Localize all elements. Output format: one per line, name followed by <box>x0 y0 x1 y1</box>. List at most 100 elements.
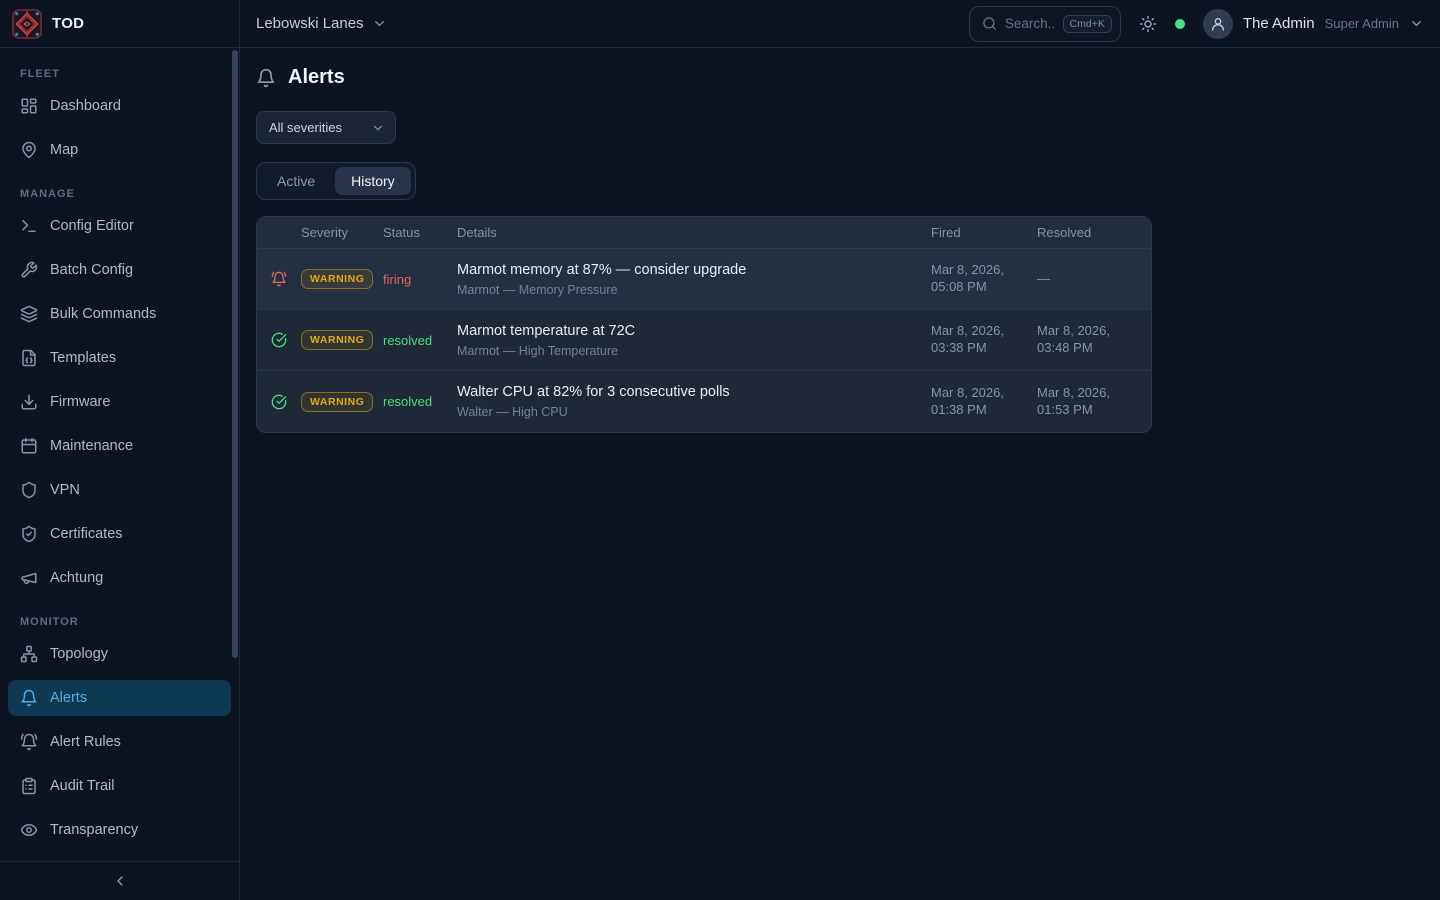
details-cell: Marmot memory at 87% — consider upgradeM… <box>457 251 931 308</box>
user-menu[interactable]: The Admin Super Admin <box>1203 9 1424 39</box>
severity-filter-select[interactable]: All severities <box>256 111 396 144</box>
sidebar-item-templates[interactable]: Templates <box>8 340 231 376</box>
connection-status-dot <box>1175 19 1185 29</box>
alert-title: Marmot temperature at 72C <box>457 323 915 339</box>
severity-cell: WARNING <box>301 330 383 350</box>
sidebar-item-label: Map <box>50 142 78 158</box>
eye-icon <box>20 821 38 839</box>
column-severity: Severity <box>301 225 383 240</box>
page-title-row: Alerts <box>256 66 1424 89</box>
sidebar-item-dashboard[interactable]: Dashboard <box>8 88 231 124</box>
sidebar-item-label: Topology <box>50 646 108 662</box>
sidebar-item-alerts[interactable]: Alerts <box>8 680 231 716</box>
sidebar-item-vpn[interactable]: VPN <box>8 472 231 508</box>
tab-history[interactable]: History <box>335 167 411 195</box>
sidebar-item-label: Config Editor <box>50 218 134 234</box>
alert-row[interactable]: WARNING firingMarmot memory at 87% — cons… <box>257 249 1151 310</box>
org-selector[interactable]: Lebowski Lanes <box>256 15 387 32</box>
sidebar-item-label: Alerts <box>50 690 87 706</box>
column-resolved: Resolved <box>1037 225 1151 240</box>
sidebar-item-map[interactable]: Map <box>8 132 231 168</box>
main-content: Alerts All severities Active History Sev… <box>240 48 1440 900</box>
top-header: Lebowski Lanes Cmd+K The Admin Super Adm… <box>240 0 1440 48</box>
topology-icon <box>20 645 38 663</box>
search-icon <box>982 16 997 31</box>
details-cell: Marmot temperature at 72C Marmot — High T… <box>457 312 931 369</box>
bell-ring-icon <box>20 733 38 751</box>
column-details: Details <box>457 225 931 240</box>
layers-icon <box>20 305 38 323</box>
sidebar-item-label: VPN <box>50 482 80 498</box>
sidebar-item-certificates[interactable]: Certificates <box>8 516 231 552</box>
user-role: Super Admin <box>1325 16 1399 31</box>
check-circle-icon <box>257 394 301 410</box>
bell-ring-icon <box>257 271 301 287</box>
sidebar-item-config-editor[interactable]: Config Editor <box>8 208 231 244</box>
sidebar-item-audit-trail[interactable]: Audit Trail <box>8 768 231 804</box>
user-name: The Admin <box>1243 15 1315 32</box>
terminal-icon <box>20 217 38 235</box>
alert-subtitle: Marmot — High Temperature <box>457 344 915 358</box>
check-circle-icon <box>257 332 301 348</box>
sidebar-item-label: Maintenance <box>50 438 133 454</box>
status-cell: firing <box>383 272 457 287</box>
download-icon <box>20 393 38 411</box>
avatar <box>1203 9 1233 39</box>
sidebar-item-label: Certificates <box>50 526 123 542</box>
sidebar-item-topology[interactable]: Topology <box>8 636 231 672</box>
fired-cell: Mar 8, 2026, 01:38 PM <box>931 385 1037 419</box>
global-search[interactable]: Cmd+K <box>969 6 1121 42</box>
sidebar-item-firmware[interactable]: Firmware <box>8 384 231 420</box>
severity-filter-value: All severities <box>269 120 342 135</box>
sidebar: TOD FLEETDashboardMapMANAGEConfig Editor… <box>0 0 240 900</box>
wrench-icon <box>20 261 38 279</box>
page-title: Alerts <box>288 66 345 89</box>
search-input[interactable] <box>1005 16 1055 31</box>
severity-badge: WARNING <box>301 330 373 350</box>
severity-badge: WARNING <box>301 269 373 289</box>
resolved-cell: Mar 8, 2026, 01:53 PM <box>1037 385 1151 419</box>
sidebar-item-bulk-commands[interactable]: Bulk Commands <box>8 296 231 332</box>
theme-toggle-button[interactable] <box>1139 15 1157 33</box>
status-cell: resolved <box>383 394 457 409</box>
dashboard-icon <box>20 97 38 115</box>
org-selector-label: Lebowski Lanes <box>256 15 364 32</box>
fired-cell: Mar 8, 2026, 03:38 PM <box>931 323 1037 357</box>
brand-name: TOD <box>52 15 84 32</box>
sidebar-item-maintenance[interactable]: Maintenance <box>8 428 231 464</box>
search-shortcut-badge: Cmd+K <box>1063 15 1112 33</box>
alert-subtitle: Walter — High CPU <box>457 405 915 419</box>
column-fired: Fired <box>931 225 1037 240</box>
chevron-down-icon <box>1409 16 1424 31</box>
shield-check-icon <box>20 525 38 543</box>
sidebar-item-label: Audit Trail <box>50 778 114 794</box>
tab-active[interactable]: Active <box>261 167 331 195</box>
column-status: Status <box>383 225 457 240</box>
sidebar-scrollbar[interactable] <box>232 50 238 658</box>
alerts-view-tabs: Active History <box>256 162 416 200</box>
sidebar-collapse-button[interactable] <box>106 867 134 895</box>
sidebar-item-label: Templates <box>50 350 116 366</box>
megaphone-icon <box>20 569 38 587</box>
sidebar-item-label: Dashboard <box>50 98 121 114</box>
details-cell: Walter CPU at 82% for 3 consecutive poll… <box>457 373 931 430</box>
alert-row[interactable]: WARNINGresolvedMarmot temperature at 72C… <box>257 310 1151 371</box>
nav-section-label-fleet: FLEET <box>8 68 231 80</box>
chevron-left-icon <box>112 873 128 889</box>
resolved-cell: — <box>1037 271 1151 288</box>
sidebar-item-batch-config[interactable]: Batch Config <box>8 252 231 288</box>
sidebar-item-transparency[interactable]: Transparency <box>8 812 231 848</box>
severity-cell: WARNING <box>301 392 383 412</box>
bell-icon <box>256 68 276 88</box>
chevron-down-icon <box>371 121 385 135</box>
sidebar-item-alert-rules[interactable]: Alert Rules <box>8 724 231 760</box>
sidebar-item-achtung[interactable]: Achtung <box>8 560 231 596</box>
fired-cell: Mar 8, 2026, 05:08 PM <box>931 262 1037 296</box>
user-icon <box>1210 16 1226 32</box>
sidebar-item-label: Bulk Commands <box>50 306 156 322</box>
sidebar-nav: FLEETDashboardMapMANAGEConfig EditorBatc… <box>0 48 239 861</box>
clipboard-list-icon <box>20 777 38 795</box>
chevron-down-icon <box>372 16 387 31</box>
app-root: TOD FLEETDashboardMapMANAGEConfig Editor… <box>0 0 1440 900</box>
alert-row[interactable]: WARNINGresolvedWalter CPU at 82% for 3 c… <box>257 371 1151 432</box>
